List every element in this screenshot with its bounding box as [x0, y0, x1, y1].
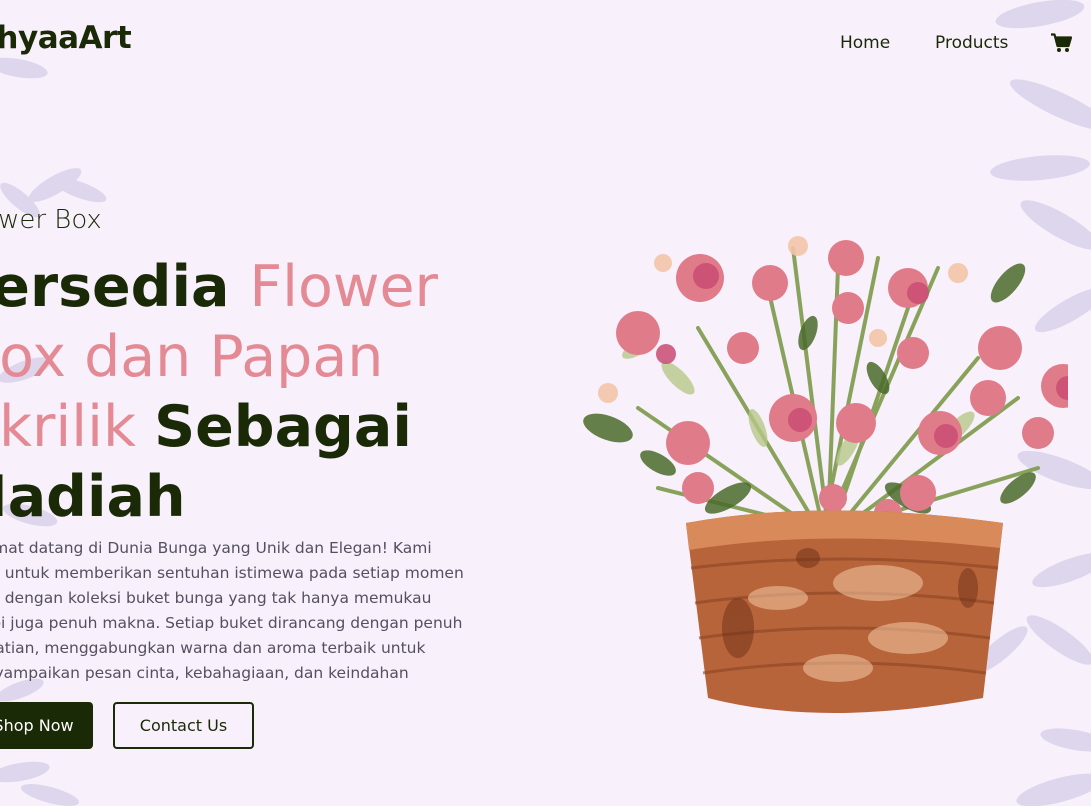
brand-logo[interactable]: ahyaaArt: [0, 20, 132, 56]
hero-headline: Tersedia Flower Box dan Papan Akrilik Se…: [0, 252, 500, 532]
headline-part: Sebagai: [154, 394, 412, 460]
flower-basket-illustration: [583, 236, 1068, 713]
site-header: ahyaaArt Home Products: [0, 0, 1091, 90]
headline-part: Box dan Papan: [0, 324, 384, 390]
hero-eyebrow: Flower Box: [0, 205, 102, 235]
hero-description: Selamat datang di Dunia Bunga yang Unik …: [0, 539, 464, 682]
shop-now-button[interactable]: Shop Now: [0, 702, 93, 749]
headline-part: Akrilik: [0, 394, 136, 460]
cart-icon[interactable]: [1051, 33, 1073, 53]
contact-us-button[interactable]: Contact Us: [113, 702, 254, 749]
headline-part: Flower: [249, 254, 438, 320]
headline-part: Tersedia: [0, 254, 230, 320]
nav-link-home[interactable]: Home: [840, 33, 890, 53]
nav-link-products[interactable]: Products: [935, 33, 1008, 53]
headline-part: Hadiah: [0, 464, 186, 530]
